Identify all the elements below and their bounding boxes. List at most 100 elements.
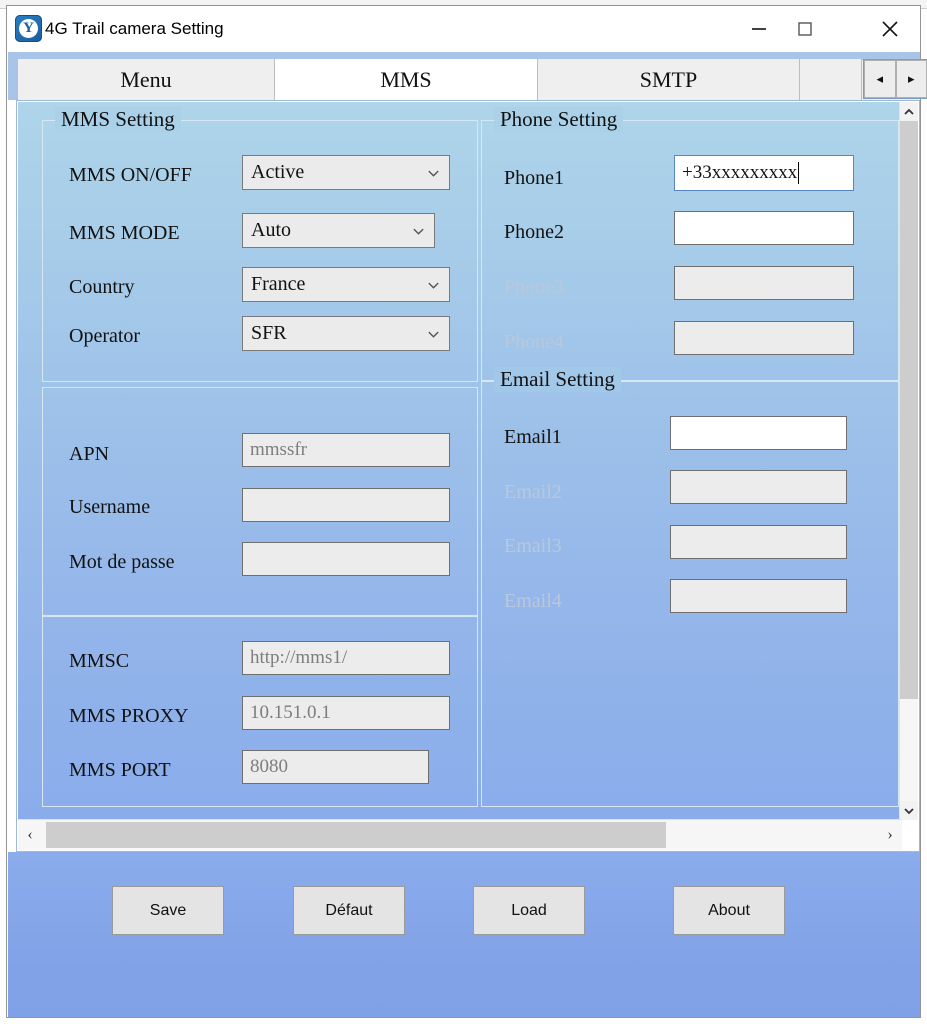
settings-scroll-area: MMS Setting MMS ON/OFF Active MMS MODE A…	[18, 102, 902, 820]
chevron-down-icon	[413, 228, 424, 235]
maximize-button[interactable]	[782, 6, 828, 52]
mms-port-value: 8080	[250, 756, 288, 777]
operator-label: Operator	[69, 325, 141, 347]
tab-scroll-controls: ◂ ▸	[863, 59, 927, 99]
horizontal-scrollbar-thumb[interactable]	[46, 822, 666, 848]
email3-label: Email3	[504, 535, 562, 557]
mms-port-label: MMS PORT	[69, 759, 171, 781]
country-combo[interactable]: France	[242, 267, 450, 302]
load-button[interactable]: Load	[473, 886, 585, 935]
tab-scroll-left-button[interactable]: ◂	[864, 60, 896, 98]
main-window: Y 4G Trail camera Setting Menu MMS SMTP …	[6, 5, 927, 1018]
app-logo-glyph: Y	[23, 19, 34, 36]
email4-label: Email4	[504, 590, 562, 612]
close-button[interactable]	[860, 6, 920, 52]
username-input[interactable]	[242, 488, 450, 522]
default-button[interactable]: Défaut	[293, 886, 405, 935]
apn-label: APN	[69, 443, 110, 465]
mms-proxy-label: MMS PROXY	[69, 705, 189, 727]
tab-mms-label: MMS	[380, 67, 432, 92]
tab-smtp[interactable]: SMTP	[538, 59, 800, 100]
phone1-input[interactable]: +33xxxxxxxxx	[674, 155, 854, 191]
vertical-scrollbar-thumb[interactable]	[900, 121, 918, 699]
about-button-label: About	[708, 901, 750, 919]
password-input[interactable]	[242, 542, 450, 576]
phone3-label: Phone3	[504, 276, 564, 298]
phone3-input[interactable]	[674, 266, 854, 300]
title-bar: Y 4G Trail camera Setting	[7, 6, 920, 52]
tab-menu-label: Menu	[120, 66, 172, 92]
app-logo-icon: Y	[15, 15, 42, 42]
email3-input[interactable]	[670, 525, 847, 559]
default-button-label: Défaut	[325, 901, 373, 919]
save-button[interactable]: Save	[112, 886, 224, 935]
phone1-value: +33xxxxxxxxx	[682, 162, 798, 183]
apn-value: mmssfr	[250, 439, 307, 460]
minimize-button[interactable]	[736, 6, 782, 52]
email2-input[interactable]	[670, 470, 847, 504]
scroll-up-button[interactable]	[900, 102, 918, 121]
mms-mode-value: Auto	[251, 219, 291, 241]
email1-label: Email1	[504, 426, 562, 448]
operator-value: SFR	[251, 322, 287, 344]
chevron-down-icon	[428, 331, 439, 338]
operator-combo[interactable]: SFR	[242, 316, 450, 351]
mmsc-setting-group: MMSC http://mms1/ MMS PROXY 10.151.0.1 M…	[42, 616, 478, 807]
chevron-down-icon	[904, 807, 914, 814]
window-title: 4G Trail camera Setting	[45, 19, 224, 38]
tab-menu[interactable]: Menu	[18, 59, 275, 100]
mmsc-value: http://mms1/	[250, 647, 348, 668]
maximize-icon	[798, 22, 812, 36]
save-button-label: Save	[149, 901, 187, 919]
tab-scroll-right-button[interactable]: ▸	[895, 60, 927, 98]
email4-input[interactable]	[670, 579, 847, 613]
apn-input[interactable]: mmssfr	[242, 433, 450, 467]
country-label: Country	[69, 276, 135, 298]
scroll-left-button[interactable]: ‹	[18, 820, 42, 850]
password-label: Mot de passe	[69, 551, 175, 573]
email1-input[interactable]	[670, 416, 847, 450]
mms-proxy-input[interactable]: 10.151.0.1	[242, 696, 450, 730]
email2-label: Email2	[504, 481, 562, 503]
chevron-right-icon: ▸	[907, 71, 915, 86]
mms-port-input[interactable]: 8080	[242, 750, 429, 784]
mms-onoff-value: Active	[251, 161, 305, 183]
about-button[interactable]: About	[673, 886, 785, 935]
tab-mms[interactable]: MMS	[275, 59, 538, 101]
application-window-root: Y 4G Trail camera Setting Menu MMS SMTP …	[0, 0, 927, 1024]
chevron-left-icon: ◂	[876, 71, 884, 86]
footer-bar: Save Défaut Load About	[8, 852, 920, 1017]
chevron-left-icon: ‹	[27, 826, 33, 843]
phone4-input[interactable]	[674, 321, 854, 355]
phone4-label: Phone4	[504, 331, 564, 353]
mms-mode-label: MMS MODE	[69, 222, 180, 244]
mmsc-label: MMSC	[69, 650, 130, 672]
horizontal-scrollbar[interactable]: ‹ ›	[18, 819, 902, 850]
phone2-input[interactable]	[674, 211, 854, 245]
tab-strip: Menu MMS SMTP ◂ ▸	[8, 52, 927, 101]
tab-content-panel: MMS Setting MMS ON/OFF Active MMS MODE A…	[16, 100, 920, 852]
phone-setting-group: Phone Setting Phone1 +33xxxxxxxxx Phone2…	[481, 107, 899, 382]
phone-setting-title: Phone Setting	[494, 107, 624, 132]
email-setting-title: Email Setting	[494, 367, 621, 392]
phone1-label: Phone1	[504, 167, 564, 189]
mms-setting-group: MMS Setting MMS ON/OFF Active MMS MODE A…	[42, 107, 478, 382]
tab-strip-filler	[800, 59, 862, 100]
mms-proxy-value: 10.151.0.1	[250, 702, 331, 723]
apn-setting-group: APN mmssfr Username Mot de passe	[42, 387, 478, 616]
email-setting-group: Email Setting Email1 Email2 Email3 Email…	[481, 367, 899, 807]
chevron-down-icon	[428, 282, 439, 289]
mms-mode-combo[interactable]: Auto	[242, 213, 435, 248]
scroll-down-button[interactable]	[900, 801, 918, 820]
text-cursor	[798, 162, 800, 184]
username-label: Username	[69, 496, 151, 518]
mms-onoff-label: MMS ON/OFF	[69, 164, 192, 186]
vertical-scrollbar[interactable]	[899, 102, 918, 820]
chevron-right-icon: ›	[887, 826, 893, 843]
close-icon	[882, 21, 898, 37]
tab-smtp-label: SMTP	[639, 66, 698, 92]
scroll-right-button[interactable]: ›	[878, 820, 902, 850]
chevron-down-icon	[428, 170, 439, 177]
mms-onoff-combo[interactable]: Active	[242, 155, 450, 190]
mmsc-input[interactable]: http://mms1/	[242, 641, 450, 675]
